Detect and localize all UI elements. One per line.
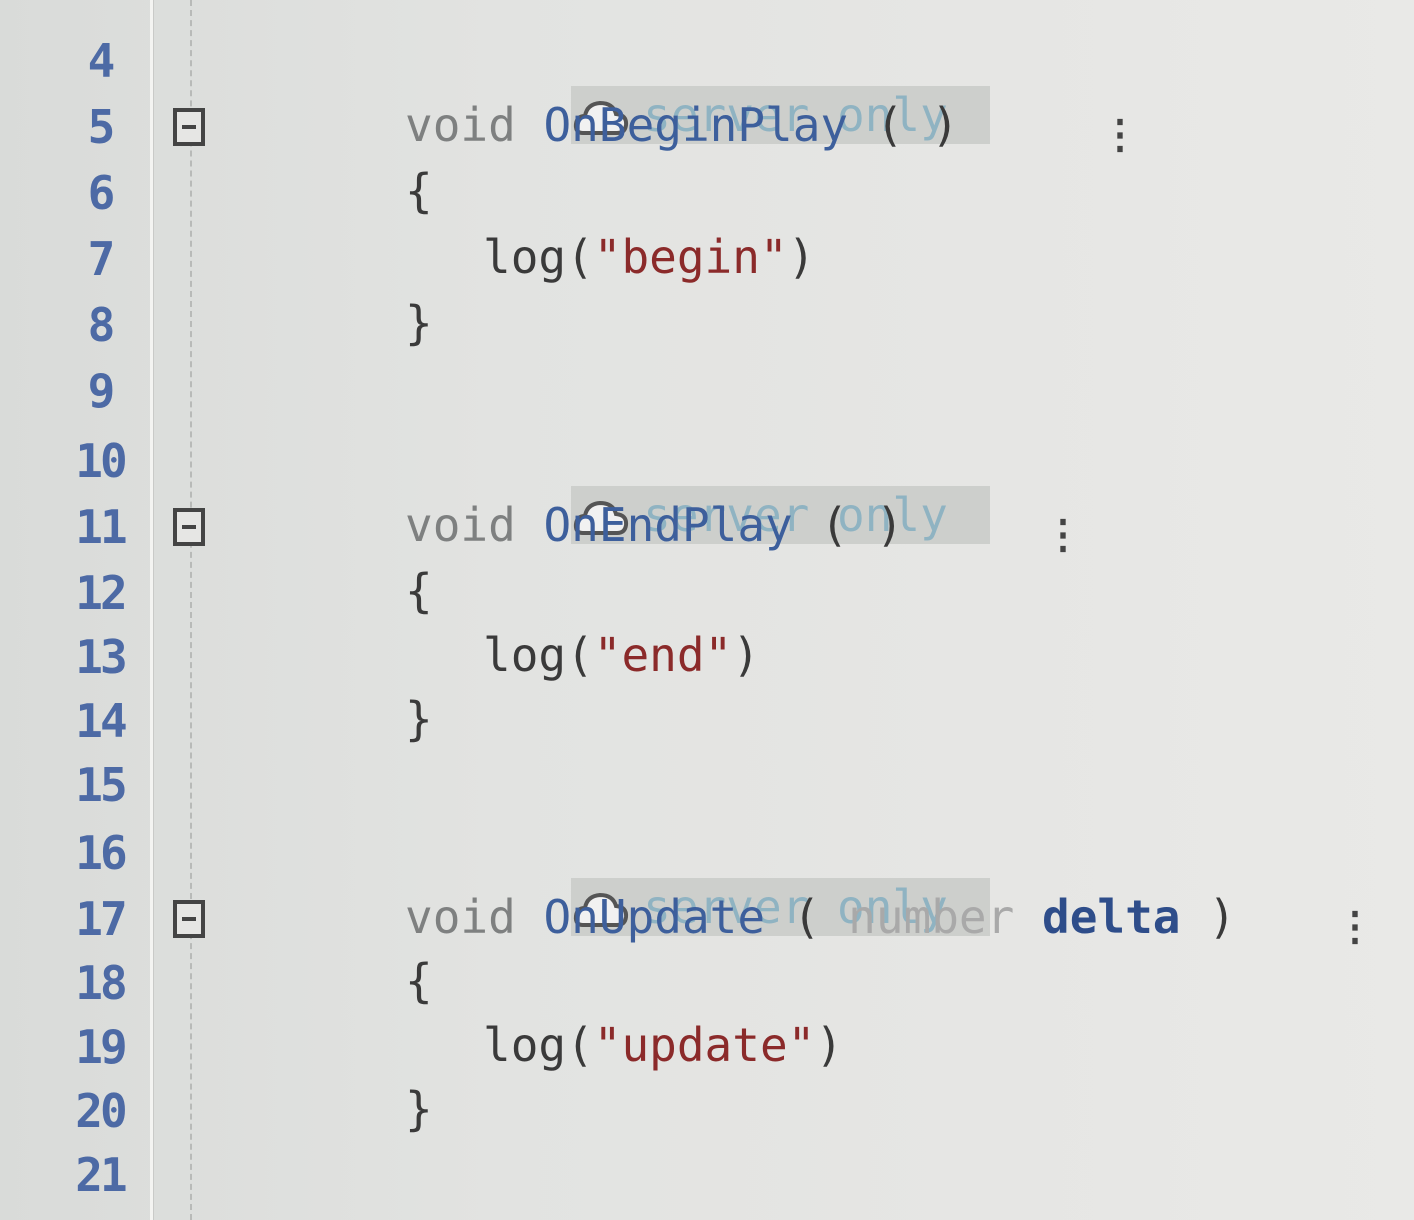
line-number: 20 [75,1084,127,1138]
line-number: 17 [75,892,127,946]
code-line[interactable]: 21 [0,1142,1414,1208]
open-paren: ( [820,498,876,552]
function-name: OnEndPlay [543,498,793,552]
parameter-name: delta [1042,890,1181,944]
kebab-vertical-icon[interactable]: ⋮ [1043,512,1083,558]
code-line[interactable]: 9 [0,358,1414,424]
close-paren: ) [931,98,959,152]
code-line[interactable]: 4 server only [0,28,1414,144]
close-brace: } [405,1082,433,1136]
code-line[interactable]: 5 void OnBeginPlay ( ) ⋮ [0,94,1414,160]
line-number: 8 [87,298,116,352]
return-type: void [405,98,516,152]
string-literal: "begin" [593,230,788,284]
code-line[interactable]: 20 } [0,1078,1414,1144]
close-brace: } [405,296,433,350]
function-name: OnBeginPlay [543,98,849,152]
line-number: 7 [87,232,116,286]
function-name: OnUpdate [543,890,766,944]
fold-collapse-icon[interactable] [173,508,205,546]
line-number: 4 [87,34,116,88]
return-type: void [405,498,516,552]
close-paren: ) [875,498,904,552]
open-paren: ( [875,98,932,152]
return-type: void [405,890,516,944]
code-line[interactable]: 17 void OnUpdate ( number delta ) ⋮ [0,886,1414,952]
close-brace: } [405,692,433,746]
line-number: 19 [75,1020,127,1074]
code-line[interactable]: 11 void OnEndPlay ( ) ⋮ [0,494,1414,560]
line-number: 10 [75,434,127,488]
line-number: 21 [75,1148,127,1202]
open-brace: { [405,164,433,218]
log-call: log( [483,628,594,682]
open-paren: ( [792,890,849,944]
log-call: log( [483,1018,594,1072]
close-paren: ) [787,230,816,284]
line-number: 18 [75,956,127,1010]
kebab-vertical-icon[interactable]: ⋮ [1100,112,1140,158]
open-brace: { [405,564,433,618]
line-number: 5 [87,100,116,154]
code-line[interactable]: 18 { [0,950,1414,1016]
line-number: 14 [75,694,127,748]
line-number: 16 [75,826,127,880]
log-call: log( [483,230,594,284]
close-paren: ) [1180,890,1236,944]
kebab-vertical-icon[interactable]: ⋮ [1335,904,1375,950]
close-paren: ) [732,628,760,682]
fold-collapse-icon[interactable] [173,108,205,146]
parameter-type: number [848,890,1015,944]
code-line[interactable]: 19 log("update") [0,1014,1414,1080]
line-number: 15 [75,758,127,812]
line-number: 9 [87,364,116,418]
string-literal: "end" [593,628,733,682]
code-line[interactable]: 10 server only [0,428,1414,544]
line-number: 13 [75,630,127,684]
code-line[interactable]: 12 { [0,560,1414,626]
code-line[interactable]: 7 log("begin") [0,226,1414,292]
code-line[interactable]: 13 log("end") [0,624,1414,690]
line-number: 6 [87,166,116,220]
fold-collapse-icon[interactable] [173,900,205,938]
open-brace: { [405,954,433,1008]
code-line[interactable]: 6 { [0,160,1414,226]
string-literal: "update" [593,1018,816,1072]
code-line[interactable]: 14 } [0,688,1414,754]
code-line[interactable]: 8 } [0,292,1414,358]
line-number: 12 [75,566,127,620]
code-editor[interactable]: 4 server only 5 void OnBeginPlay ( ) ⋮ 6… [0,0,1414,1220]
line-number: 11 [75,500,127,554]
code-line[interactable]: 16 server only [0,820,1414,936]
code-line[interactable]: 15 [0,752,1414,818]
close-paren: ) [815,1018,844,1072]
